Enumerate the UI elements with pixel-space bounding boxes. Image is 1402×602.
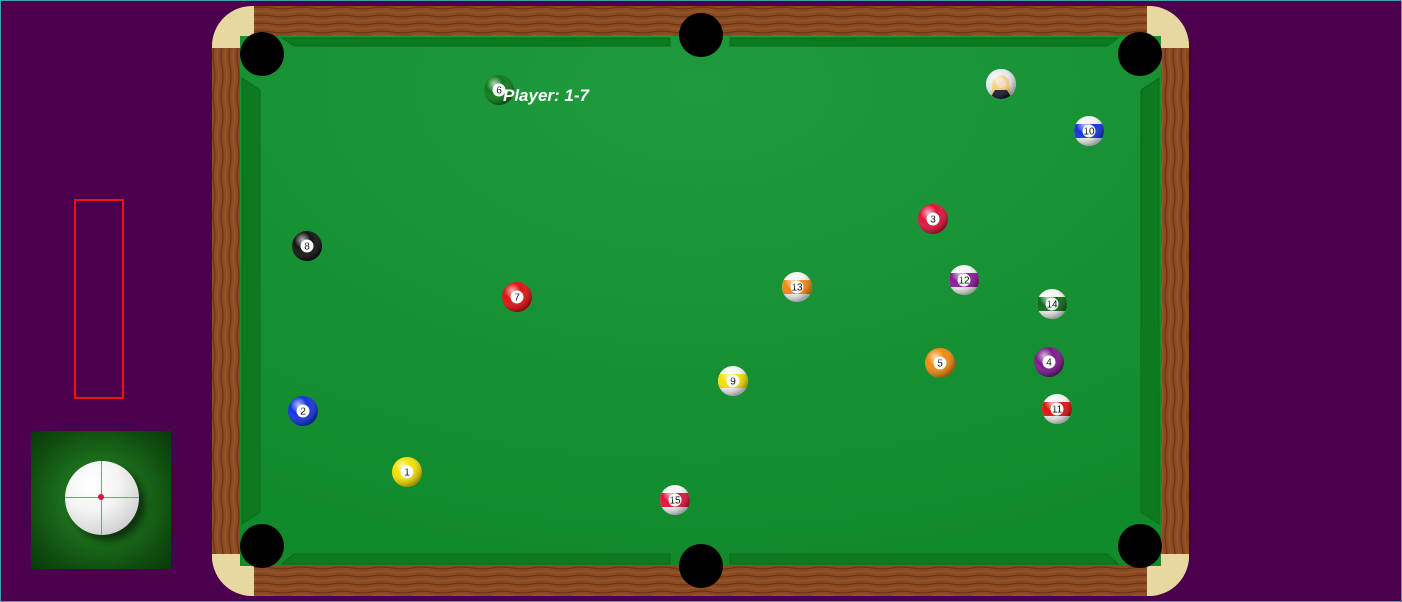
pocket-bottom-right	[1118, 524, 1162, 568]
spin-aim-dot[interactable]	[98, 494, 104, 500]
ball-4: 4	[1034, 347, 1064, 377]
ball-3: 3	[918, 204, 948, 234]
ball-8: 8	[292, 231, 322, 261]
player-status: Player: 1-7	[503, 86, 591, 105]
pocket-top-left	[240, 32, 284, 76]
pocket-bottom-middle	[679, 544, 723, 588]
table-felt[interactable]	[240, 36, 1161, 566]
ball-5: 5	[925, 348, 955, 378]
ball-1: 1	[392, 457, 422, 487]
pool-table[interactable]: 610387131214549211115 Player: 1-7	[212, 6, 1189, 596]
pocket-top-middle	[679, 13, 723, 57]
ball-2: 2	[288, 396, 318, 426]
pocket-bottom-left	[240, 524, 284, 568]
power-meter[interactable]	[74, 199, 124, 399]
pocket-top-right	[1118, 32, 1162, 76]
ball-7: 7	[502, 282, 532, 312]
spin-cue-ball[interactable]	[65, 461, 139, 535]
spin-selector[interactable]	[31, 431, 171, 569]
